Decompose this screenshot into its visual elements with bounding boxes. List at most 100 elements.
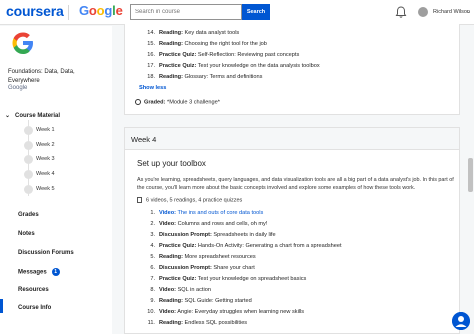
item-type: Reading: <box>159 254 183 260</box>
sidebar-item-discussion-forums[interactable]: Discussion Forums <box>18 250 74 256</box>
sidebar-item-week-3[interactable]: Week 3 <box>0 153 112 168</box>
google-logo: Google <box>79 3 123 18</box>
item-number: 14. <box>147 30 155 36</box>
item-type: Video: <box>159 221 176 227</box>
list-item[interactable]: 10. Video: Angie: Everyday struggles when… <box>141 309 304 315</box>
item-type: Practice Quiz: <box>159 243 197 249</box>
week-label: Week 4 <box>36 171 55 178</box>
list-item[interactable]: 14. Reading: Key data analyst tools <box>141 30 239 36</box>
list-item[interactable]: 2. Video: Columns and rows and cells, oh … <box>141 221 267 227</box>
week-list: Week 1 Week 2 Week 3 Week 4 Week 5 <box>0 124 112 197</box>
list-item[interactable]: 6. Discussion Prompt: Share your chart <box>141 265 255 271</box>
sidebar-item-week-4[interactable]: Week 4 <box>0 168 112 183</box>
sidebar-item-week-5[interactable]: Week 5 <box>0 183 112 198</box>
coursera-logo[interactable]: coursera <box>6 3 64 19</box>
chat-icon[interactable] <box>452 312 470 330</box>
item-title: Choosing the right tool for the job <box>184 41 267 47</box>
item-number: 8. <box>150 287 155 293</box>
list-item[interactable]: 8. Video: SQL in action <box>141 287 211 293</box>
messages-badge: 1 <box>51 268 60 276</box>
item-number: 6. <box>150 265 155 271</box>
item-type: Video: <box>159 287 176 293</box>
week-status-dot <box>24 140 33 150</box>
item-title: Test your knowledge on spreadsheet basic… <box>197 276 307 282</box>
week-label: Week 5 <box>36 185 55 192</box>
list-item[interactable]: 15. Reading: Choosing the right tool for … <box>141 41 267 47</box>
list-item[interactable]: 7. Practice Quiz: Test your knowledge on … <box>141 276 306 282</box>
sidebar-item-grades[interactable]: Grades <box>18 212 39 218</box>
sidebar-item-week-1[interactable]: Week 1 <box>0 124 112 139</box>
course-material-label: Course Material <box>15 113 61 119</box>
list-item[interactable]: 1. Video: The ins and outs of core data t… <box>141 210 263 216</box>
item-number: 16. <box>147 52 155 58</box>
section-title: Set up your toolbox <box>137 159 206 168</box>
item-type: Reading: <box>159 320 183 326</box>
top-bar: coursera Google Search Richard Wilson ⌄ <box>0 0 474 25</box>
item-type: Reading: <box>159 41 183 47</box>
item-number: 10. <box>147 309 155 315</box>
google-letter: G <box>79 3 89 18</box>
item-number: 18. <box>147 74 155 80</box>
graded-title: *Module 3 challenge* <box>167 99 220 106</box>
item-type: Reading: <box>159 298 183 304</box>
summary-text: 6 videos, 5 readings, 4 practice quizzes <box>146 197 243 204</box>
show-less-link[interactable]: Show less <box>139 85 166 91</box>
item-type: Discussion Prompt: <box>159 232 212 238</box>
sidebar-item-week-2[interactable]: Week 2 <box>0 139 112 154</box>
week-label: Week 1 <box>36 127 55 133</box>
sidebar-item-resources[interactable]: Resources <box>18 287 49 293</box>
chevron-down-icon[interactable]: ⌄ <box>466 8 471 15</box>
search-button[interactable]: Search <box>242 4 270 20</box>
item-title: SQL Guide: Getting started <box>184 298 252 304</box>
list-item[interactable]: 4. Practice Quiz: Hands-On Activity: Gene… <box>141 243 342 249</box>
scrollbar-thumb[interactable] <box>468 158 473 192</box>
item-type: Practice Quiz: <box>159 63 197 69</box>
sidebar-item-course-info[interactable]: Course Info <box>18 305 51 311</box>
search-input[interactable] <box>130 4 242 20</box>
list-item[interactable]: 16. Practice Quiz: Self-Reflection: Revie… <box>141 52 299 58</box>
messages-label: Messages <box>18 269 47 276</box>
list-item[interactable]: 5. Reading: More spreadsheet resources <box>141 254 255 260</box>
list-item[interactable]: 18. Reading: Glossary: Terms and definiti… <box>141 74 262 80</box>
week-status-dot <box>24 170 33 180</box>
course-title: Foundations: Data, Data, Everywhere <box>8 69 75 84</box>
google-letter: g <box>104 3 113 18</box>
week-status-dot <box>24 184 33 194</box>
item-title: Endless SQL possibilities <box>184 320 248 326</box>
week-status-dot <box>24 126 33 135</box>
sidebar-item-notes[interactable]: Notes <box>18 231 35 237</box>
item-title: Hands-On Activity: Generating a chart fr… <box>197 243 342 249</box>
sidebar-item-messages[interactable]: Messages 1 <box>18 268 60 276</box>
item-type: Practice Quiz: <box>159 276 197 282</box>
clipboard-icon <box>137 197 142 203</box>
item-number: 9. <box>150 298 155 304</box>
list-item[interactable]: 9. Reading: SQL Guide: Getting started <box>141 298 252 304</box>
graded-item[interactable]: Graded: *Module 3 challenge* <box>135 99 220 105</box>
bell-icon[interactable] <box>395 6 407 19</box>
list-item[interactable]: 17. Practice Quiz: Test your knowledge on… <box>141 63 319 69</box>
course-material-toggle[interactable]: ⌄ Course Material <box>5 112 60 119</box>
item-type: Reading: <box>159 74 183 80</box>
google-letter: o <box>88 3 97 18</box>
module-summary: 6 videos, 5 readings, 4 practice quizzes <box>137 197 242 203</box>
item-type: Practice Quiz: <box>159 52 197 58</box>
item-title: Columns and rows and cells, oh my! <box>177 221 268 227</box>
google-letter: e <box>115 3 123 18</box>
item-number: 5. <box>150 254 155 260</box>
user-name[interactable]: Richard Wilson <box>433 9 470 15</box>
item-type: Reading: <box>159 30 183 36</box>
item-title: Angie: Everyday struggles when learning … <box>177 309 305 315</box>
week-title: Week 4 <box>131 135 157 144</box>
item-title: Key data analyst tools <box>184 30 240 36</box>
list-item[interactable]: 11. Reading: Endless SQL possibilities <box>141 320 247 326</box>
week-label: Week 2 <box>36 141 55 148</box>
week-status-dot <box>24 155 33 165</box>
avatar[interactable] <box>418 7 428 17</box>
item-number: 7. <box>150 276 155 282</box>
section-description: As you're learning, spreadsheets, query … <box>137 177 454 191</box>
list-item[interactable]: 3. Discussion Prompt: Spreadsheets in dai… <box>141 232 275 238</box>
item-number: 11. <box>147 320 155 326</box>
item-number: 2. <box>150 221 155 227</box>
item-type: Video: <box>159 309 176 315</box>
item-title: Share your chart <box>213 265 255 271</box>
